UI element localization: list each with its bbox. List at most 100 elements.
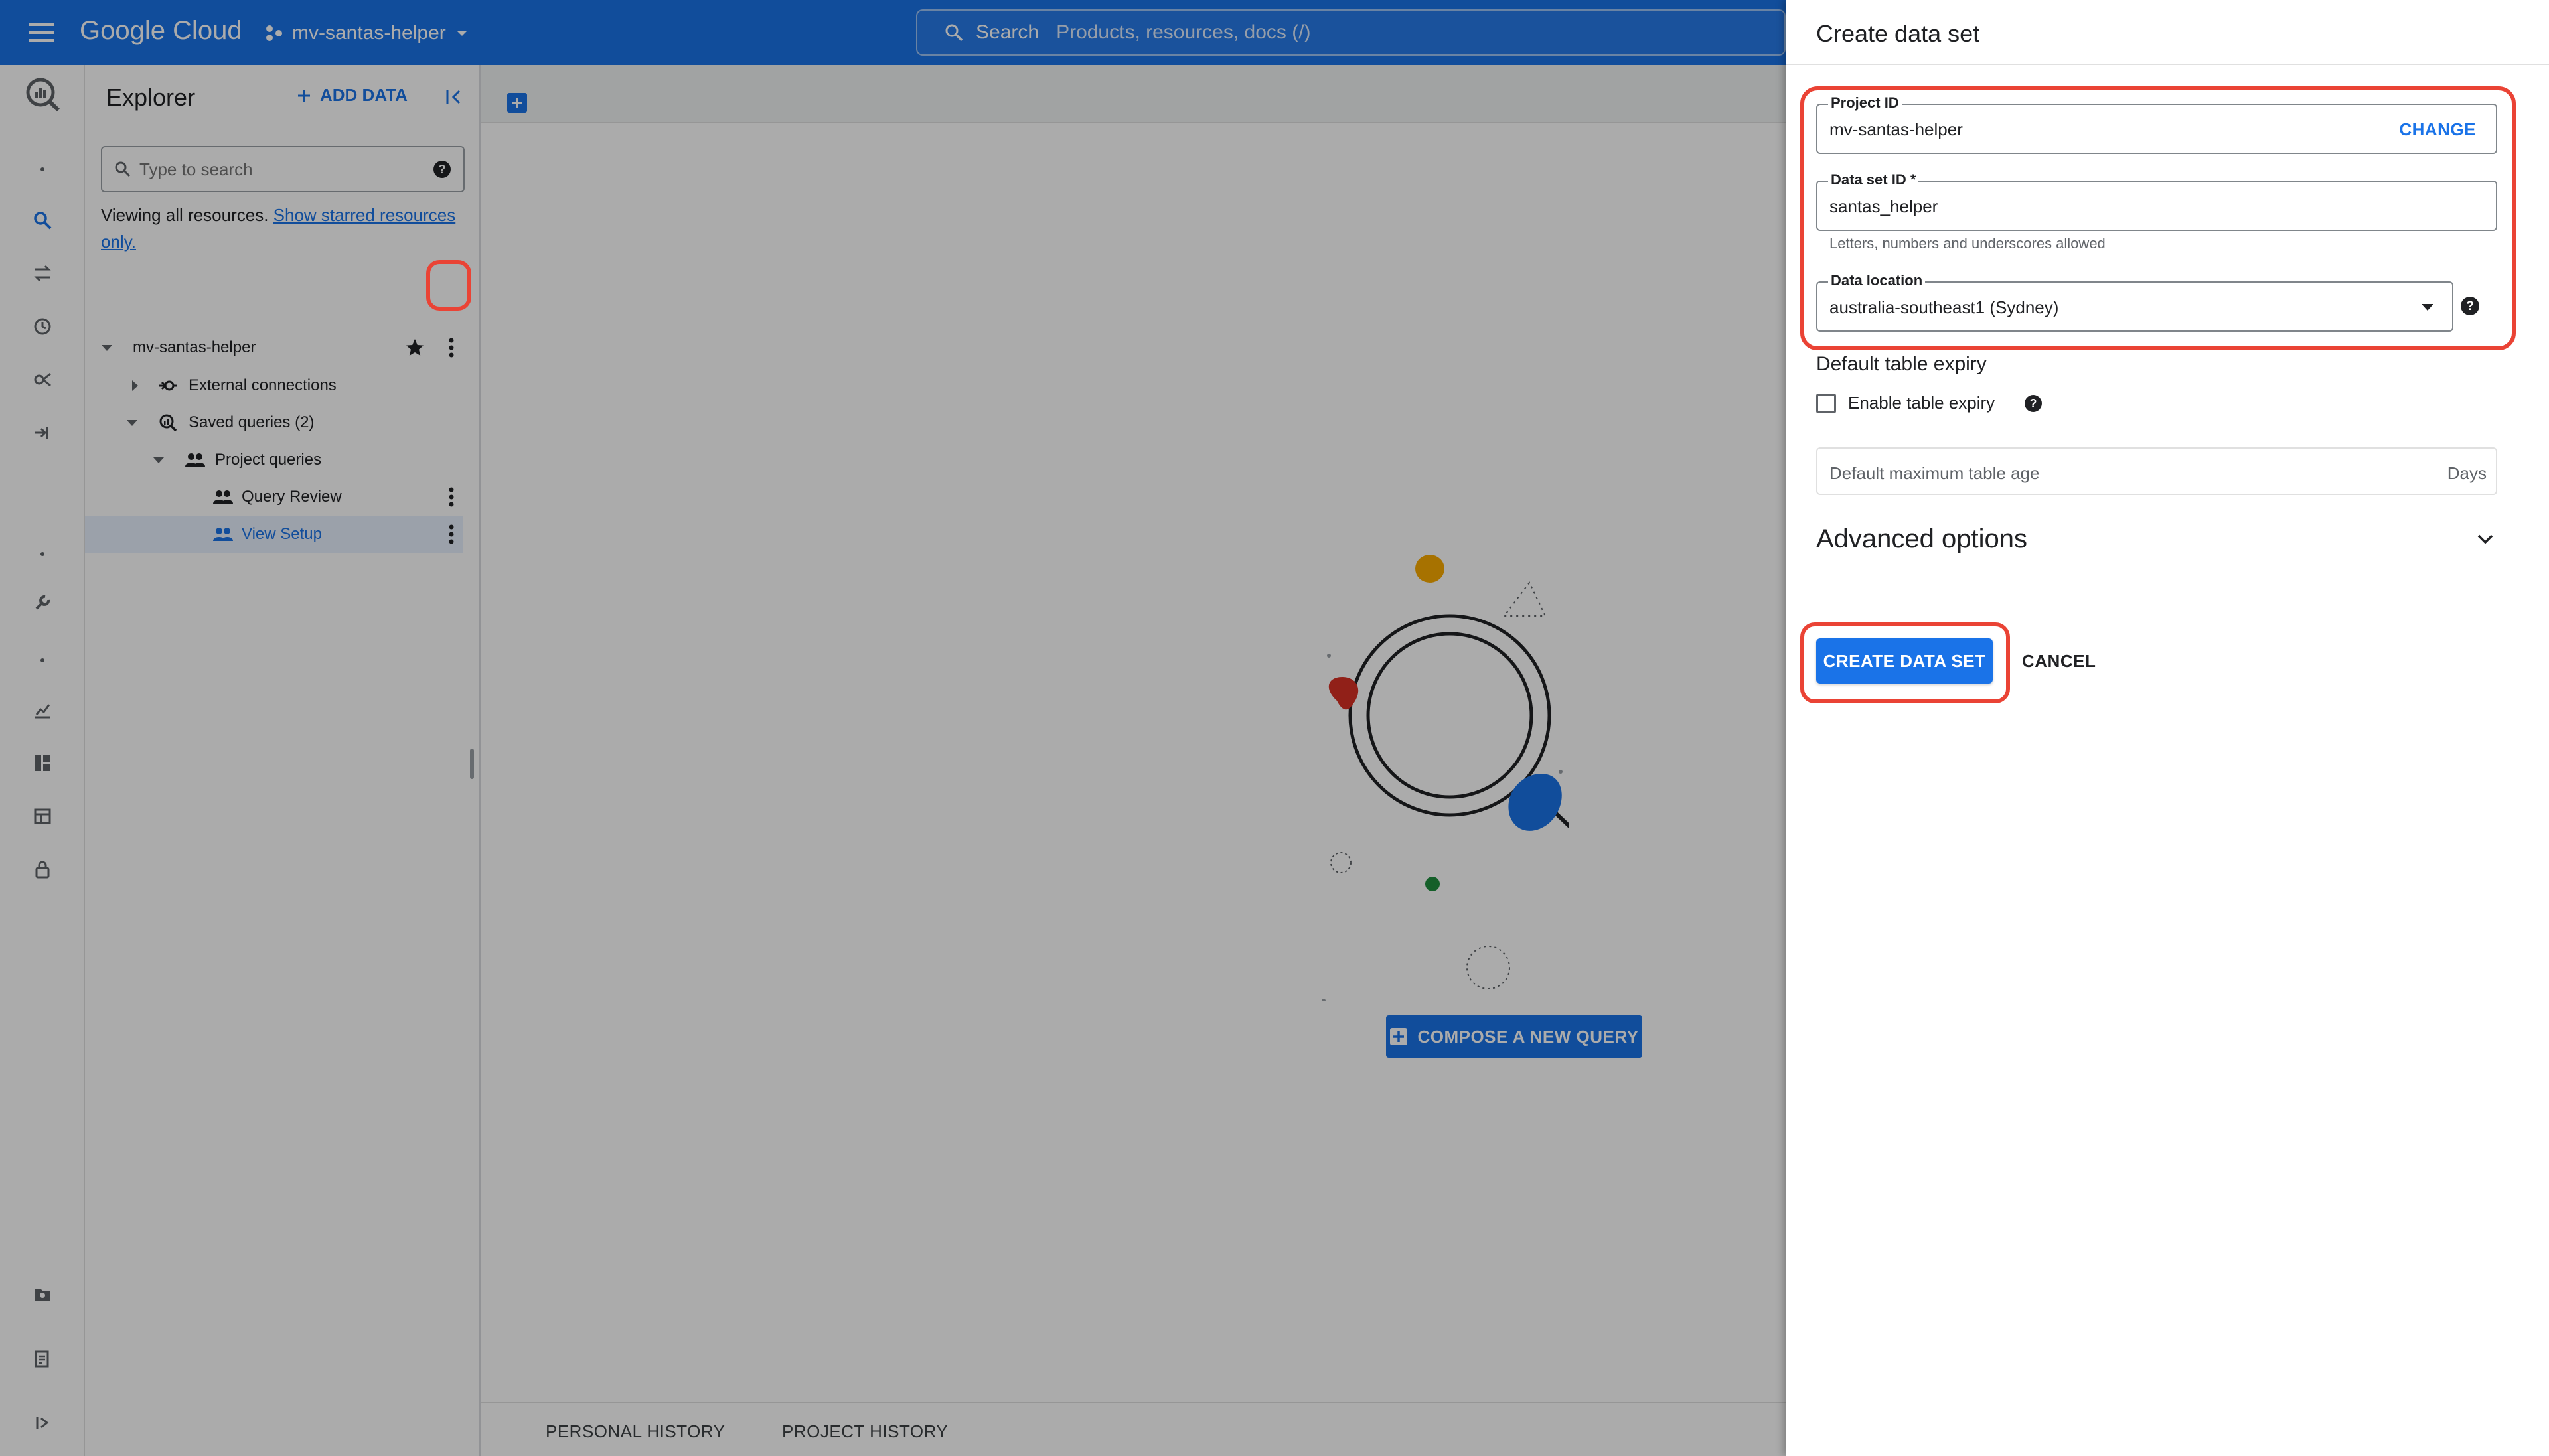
change-project-button[interactable]: CHANGE [2399, 119, 2476, 140]
kebab-icon[interactable] [443, 484, 459, 510]
explorer-search-field[interactable] [139, 159, 425, 180]
chevron-down-icon [454, 25, 470, 41]
history-tabs: PERSONAL HISTORY PROJECT HISTORY [481, 1402, 1786, 1456]
cancel-button[interactable]: CANCEL [2022, 638, 2096, 684]
tree-row-project-queries[interactable]: Project queries [85, 441, 481, 478]
search-icon [944, 23, 964, 42]
search-label: Search [976, 21, 1040, 43]
create-dataset-panel: Create data set Project ID mv-santas-hel… [1786, 0, 2549, 1456]
search-placeholder: Products, resources, docs (/) [1056, 21, 1311, 43]
connection-icon [158, 376, 178, 396]
release-notes-icon[interactable] [27, 1343, 58, 1375]
help-icon[interactable]: ? [2460, 296, 2480, 316]
explorer-search-icon[interactable] [27, 204, 58, 236]
chevron-down-icon [2473, 527, 2497, 551]
tab-personal-history[interactable]: PERSONAL HISTORY [546, 1421, 726, 1442]
tree-row-saved-queries[interactable]: Saved queries (2) [85, 404, 481, 441]
data-location-value: australia-southeast1 (Sydney) [1829, 297, 2059, 317]
chevron-right-icon[interactable] [127, 378, 142, 393]
svg-text:?: ? [2466, 299, 2474, 313]
advanced-options-toggle[interactable]: Advanced options [1816, 520, 2497, 557]
people-icon [212, 489, 234, 505]
default-table-expiry-heading: Default table expiry [1816, 353, 1987, 375]
enable-table-expiry-checkbox[interactable] [1816, 393, 1836, 413]
project-icon [264, 23, 284, 43]
tab-project-history[interactable]: PROJECT HISTORY [782, 1421, 948, 1442]
kebab-icon[interactable] [443, 334, 459, 361]
rail-separator [40, 552, 44, 556]
dataset-id-field[interactable]: Data set ID * santas_helper [1816, 171, 2497, 231]
advanced-options-label: Advanced options [1816, 524, 2028, 553]
viewing-label: Viewing all resources. [101, 205, 269, 225]
svg-text:?: ? [2030, 397, 2037, 410]
panel-resize-handle[interactable] [470, 749, 474, 779]
add-data-label: ADD DATA [320, 85, 408, 105]
data-location-label: Data location [1828, 272, 1926, 289]
project-name: mv-santas-helper [292, 22, 446, 44]
default-max-table-age-input[interactable]: Default maximum table age Days [1816, 447, 2497, 495]
rail-separator [40, 658, 44, 662]
tree-label-external-connections: External connections [189, 376, 337, 394]
navigation-rail [0, 65, 85, 1456]
compose-new-query-button[interactable]: COMPOSE A NEW QUERY [1386, 1015, 1642, 1058]
tree-row-external-connections[interactable]: External connections [85, 367, 481, 404]
empty-state-illustration [1304, 523, 1569, 1001]
explorer-title: Explorer [106, 84, 196, 111]
explorer-search-input[interactable]: ? [101, 146, 465, 192]
help-icon[interactable]: ? [2024, 394, 2043, 413]
table-icon[interactable] [27, 800, 58, 832]
bigquery-logo-icon[interactable] [23, 74, 62, 114]
enable-table-expiry-row[interactable]: Enable table expiry ? [1816, 393, 2043, 413]
scheduled-queries-icon[interactable] [27, 311, 58, 342]
svg-text:?: ? [439, 163, 446, 176]
analytics-hub-icon[interactable] [27, 364, 58, 396]
tree-row-project[interactable]: mv-santas-helper [85, 329, 481, 366]
settings-folder-icon[interactable] [27, 1278, 58, 1310]
dashboard-icon[interactable] [27, 747, 58, 779]
enable-table-expiry-label: Enable table expiry [1848, 393, 1995, 413]
project-id-field[interactable]: Project ID mv-santas-helper CHANGE [1816, 94, 2497, 154]
chevron-down-icon[interactable] [125, 415, 139, 430]
dataform-icon[interactable] [27, 417, 58, 449]
project-picker[interactable]: mv-santas-helper [264, 19, 470, 48]
tree-label-query-review: Query Review [242, 488, 342, 506]
panel-divider [1786, 64, 2549, 65]
tree-label-project: mv-santas-helper [133, 338, 256, 356]
top-app-bar: Google Cloud mv-santas-helper Search Pro… [0, 0, 1786, 65]
create-dataset-button[interactable]: CREATE DATA SET [1816, 638, 1993, 684]
tree-label-saved-queries: Saved queries (2) [189, 413, 315, 431]
table-age-unit: Days [2447, 463, 2487, 483]
tree-row-query-review[interactable]: Query Review [85, 478, 481, 516]
panel-title: Create data set [1816, 20, 1980, 47]
expand-nav-icon[interactable] [27, 1407, 58, 1439]
global-search[interactable]: Search Products, resources, docs (/) [916, 9, 1786, 56]
add-data-button[interactable]: ADD DATA [296, 85, 408, 106]
dataset-id-label: Data set ID * [1828, 171, 1919, 188]
saved-query-icon [158, 413, 178, 433]
wrench-icon[interactable] [27, 587, 58, 619]
menu-icon[interactable] [27, 19, 57, 46]
search-icon [114, 161, 131, 178]
query-workspace: COMPOSE A NEW QUERY PERSONAL HISTORY PRO… [481, 65, 1786, 1456]
tree-label-project-queries: Project queries [215, 451, 322, 469]
data-location-select[interactable]: Data location australia-southeast1 (Sydn… [1816, 272, 2453, 332]
rail-separator [40, 167, 44, 171]
collapse-panel-icon[interactable] [442, 85, 466, 109]
lock-icon[interactable] [27, 853, 58, 885]
chevron-down-icon[interactable] [151, 453, 166, 467]
data-transfers-icon[interactable] [27, 257, 58, 289]
help-icon[interactable]: ? [433, 160, 451, 179]
people-icon [212, 526, 234, 542]
google-cloud-logo[interactable]: Google Cloud [80, 16, 242, 46]
monitoring-chart-icon[interactable] [27, 694, 58, 726]
table-age-placeholder: Default maximum table age [1829, 463, 2040, 483]
tree-row-view-setup[interactable]: View Setup [85, 516, 463, 553]
dataset-id-value: santas_helper [1829, 196, 1938, 216]
chevron-down-icon [2419, 299, 2436, 316]
compose-label: COMPOSE A NEW QUERY [1417, 1026, 1639, 1047]
kebab-icon[interactable] [443, 521, 459, 547]
new-tab-plus-icon[interactable] [507, 93, 527, 113]
star-icon[interactable] [405, 338, 425, 358]
chevron-down-icon[interactable] [100, 340, 114, 355]
plus-icon [296, 88, 312, 104]
